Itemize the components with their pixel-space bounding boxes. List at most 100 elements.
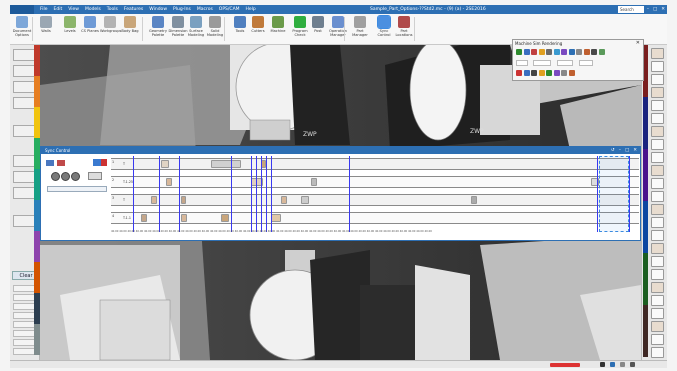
menu-item-macros[interactable]: Macros — [197, 5, 213, 14]
status-icon[interactable] — [620, 362, 625, 367]
sync-filter-icon[interactable] — [93, 159, 101, 166]
clock-icon[interactable] — [61, 172, 70, 181]
sim-toolbar-icon[interactable] — [538, 70, 545, 76]
sim-toolbar-icon[interactable] — [583, 49, 590, 55]
sim-dialog-close[interactable]: ✕ — [636, 40, 640, 46]
sync-check-icon[interactable] — [101, 159, 107, 166]
level-color-swatch[interactable] — [34, 107, 40, 138]
sim-toolbar-icon[interactable] — [561, 70, 567, 76]
maximize-button[interactable]: □ — [625, 147, 629, 154]
sim-toolbar-icon[interactable] — [546, 49, 552, 55]
palette-button[interactable] — [13, 125, 35, 137]
sync-marker[interactable] — [261, 156, 262, 232]
right-palette-tool[interactable] — [651, 191, 664, 202]
sync-display-button[interactable] — [88, 172, 102, 180]
sim-toolbar-icon[interactable] — [516, 49, 522, 55]
sync-marker[interactable] — [179, 156, 180, 232]
menu-item-ops-cam[interactable]: OPS/CAM — [219, 5, 240, 14]
ribbon-button-part-locations[interactable]: Part Locations — [394, 16, 414, 37]
palette-button[interactable] — [13, 81, 35, 93]
sim-toolbar-icon[interactable] — [568, 49, 575, 55]
right-palette-tool[interactable] — [651, 217, 664, 228]
right-palette-tool[interactable] — [651, 61, 664, 72]
sim-toolbar-icon[interactable] — [591, 49, 597, 55]
minimize-button[interactable]: – — [647, 5, 649, 14]
ribbon-button-solid-modeling[interactable]: Solid Modeling — [205, 16, 225, 37]
right-palette-tool[interactable] — [651, 321, 664, 332]
sync-marker[interactable] — [597, 156, 598, 232]
sync-marker[interactable] — [133, 156, 134, 232]
sim-toolbar-icon[interactable] — [531, 70, 537, 76]
sync-track[interactable]: 1T — [111, 158, 639, 170]
maximize-button[interactable]: □ — [653, 5, 657, 14]
sync-marker[interactable] — [349, 156, 350, 232]
sim-toolbar-icon[interactable] — [576, 49, 582, 55]
menu-item-help[interactable]: Help — [246, 5, 256, 14]
menu-item-file[interactable]: File — [40, 5, 48, 14]
sync-marker[interactable] — [256, 156, 257, 232]
sim-toolbar-icon[interactable] — [553, 49, 560, 55]
menu-item-plug-ins[interactable]: Plug-Ins — [173, 5, 191, 14]
close-button[interactable]: ✕ — [633, 147, 637, 154]
palette-button[interactable] — [13, 171, 35, 183]
ribbon-button-body-bag[interactable]: Body Bag — [120, 16, 140, 33]
operation-block[interactable] — [181, 196, 186, 204]
right-color-swatch[interactable] — [643, 253, 648, 305]
ribbon-button-walls[interactable]: Walls — [36, 16, 56, 33]
level-color-swatch[interactable] — [34, 293, 40, 324]
ribbon-button-document-options[interactable]: Document Options — [12, 16, 32, 37]
operation-block[interactable] — [271, 214, 281, 222]
operation-block[interactable] — [151, 196, 157, 204]
operation-block[interactable] — [166, 178, 172, 186]
right-palette-tool[interactable] — [651, 100, 664, 111]
sim-toolbar-icon[interactable] — [546, 70, 552, 76]
ribbon-button-program-check[interactable]: Program Check — [290, 16, 310, 37]
ribbon-button-dimension-palette[interactable]: Dimension Palette — [168, 16, 188, 37]
sync-timeline[interactable]: 1 T 2 T.1.25 3 T 4 T.1.1 — [111, 156, 639, 232]
sync-mode-icon[interactable] — [46, 160, 54, 166]
operation-block[interactable] — [161, 160, 169, 168]
palette-button[interactable] — [13, 155, 35, 167]
menu-item-tools[interactable]: Tools — [107, 5, 118, 14]
operation-block[interactable] — [471, 196, 477, 204]
right-palette-tool[interactable] — [651, 178, 664, 189]
right-palette-tool[interactable] — [651, 243, 664, 254]
app-menu-button[interactable] — [10, 5, 34, 14]
operation-block[interactable] — [301, 196, 309, 204]
right-palette-tool[interactable] — [651, 256, 664, 267]
sync-track[interactable]: 2 T.1.25 — [111, 176, 639, 188]
menu-item-features[interactable]: Features — [124, 5, 143, 14]
menu-item-window[interactable]: Window — [149, 5, 167, 14]
palette-button[interactable] — [13, 215, 35, 227]
ribbon-button-levels[interactable]: Levels — [60, 16, 80, 33]
sync-marker[interactable] — [266, 156, 267, 232]
right-color-swatch[interactable] — [643, 305, 648, 357]
ribbon-button-machine[interactable]: Machine — [268, 16, 288, 33]
palette-slot[interactable] — [13, 303, 35, 310]
right-palette-tool[interactable] — [651, 295, 664, 306]
right-palette-tool[interactable] — [651, 230, 664, 241]
operation-block[interactable] — [281, 196, 287, 204]
right-palette-tool[interactable] — [651, 113, 664, 124]
menu-item-edit[interactable]: Edit — [54, 5, 63, 14]
right-palette-tool[interactable] — [651, 87, 664, 98]
right-palette-tool[interactable] — [651, 139, 664, 150]
ribbon-button-operation-manager[interactable]: Operation Manager — [328, 16, 348, 37]
sim-toolbar-icon[interactable] — [531, 49, 537, 55]
status-icon[interactable] — [630, 362, 635, 367]
ribbon-button-post[interactable]: Post — [308, 16, 328, 33]
palette-slot[interactable] — [13, 285, 35, 292]
right-palette-tool[interactable] — [651, 126, 664, 137]
level-color-swatch[interactable] — [34, 76, 40, 107]
palette-slot[interactable] — [13, 339, 35, 346]
palette-button[interactable] — [13, 65, 35, 77]
level-color-swatch[interactable] — [34, 262, 40, 293]
menu-item-models[interactable]: Models — [85, 5, 101, 14]
right-palette-tool[interactable] — [651, 74, 664, 85]
sim-field-3[interactable] — [557, 60, 573, 66]
sim-field-4[interactable] — [579, 60, 593, 66]
ribbon-button-surface-modeling[interactable]: Surface Modeling — [186, 16, 206, 37]
ribbon-button-geometry-palette[interactable]: Geometry Palette — [148, 16, 168, 37]
sync-marker[interactable] — [159, 156, 160, 232]
operation-block[interactable] — [211, 160, 241, 168]
